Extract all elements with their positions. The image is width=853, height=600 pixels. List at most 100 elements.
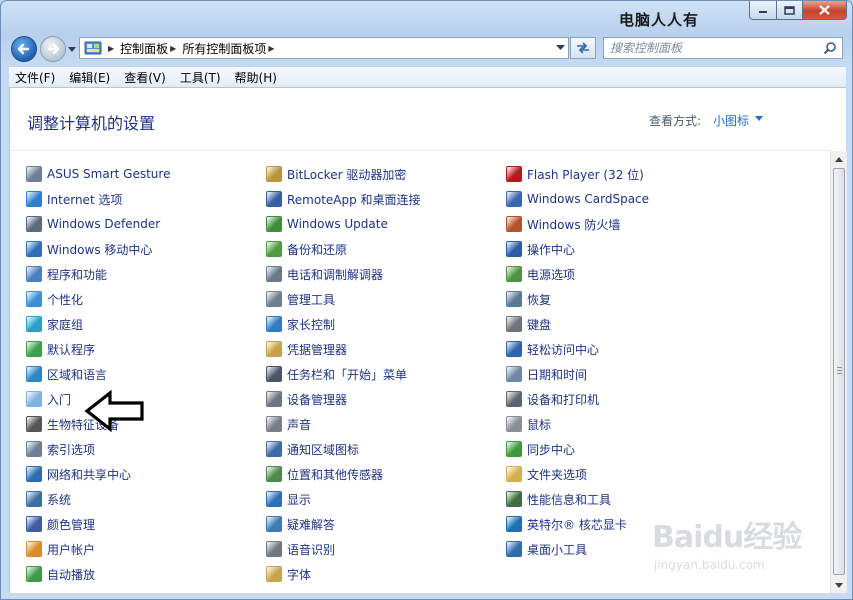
control-panel-item[interactable]: RemoteApp 和桌面连接: [266, 188, 421, 210]
control-panel-item[interactable]: 操作中心: [506, 238, 575, 260]
menu-edit[interactable]: 编辑(E): [63, 69, 116, 86]
search-box[interactable]: [603, 37, 843, 59]
menu-file[interactable]: 文件(F): [9, 69, 61, 86]
watermark-logo-text: Baidu经验: [652, 520, 802, 555]
scroll-up-icon: [835, 156, 843, 162]
control-panel-item[interactable]: 通知区域图标: [266, 438, 359, 460]
control-panel-item[interactable]: 声音: [266, 413, 311, 435]
control-panel-item[interactable]: 备份和还原: [266, 238, 347, 260]
control-panel-item[interactable]: Windows Defender: [26, 213, 160, 235]
forward-arrow-icon: [47, 43, 60, 55]
control-panel-item-label: 设备管理器: [287, 392, 348, 407]
scrollbar-thumb[interactable]: [833, 168, 845, 575]
control-panel-item[interactable]: Internet 选项: [26, 188, 122, 210]
control-panel-item[interactable]: 性能信息和工具: [506, 488, 611, 510]
control-panel-item[interactable]: 恢复: [506, 288, 551, 310]
watermark-title: 电脑人人有: [619, 11, 700, 29]
breadcrumb-separator[interactable]: ▶: [268, 44, 274, 53]
menu-help[interactable]: 帮助(H): [229, 69, 283, 86]
view-by-dropdown[interactable]: 小图标: [713, 112, 749, 129]
breadcrumb-separator[interactable]: ▶: [108, 44, 114, 53]
control-panel-item[interactable]: 同步中心: [506, 438, 575, 460]
performance-icon: [506, 491, 522, 507]
control-panel-item[interactable]: 鼠标: [506, 413, 551, 435]
menu-view[interactable]: 查看(V): [118, 69, 172, 86]
control-panel-item-label: 语音识别: [287, 542, 336, 557]
control-panel-item[interactable]: Windows CardSpace: [506, 188, 649, 210]
control-panel-item[interactable]: Windows 防火墙: [506, 213, 620, 235]
credential-manager-icon: [266, 341, 282, 357]
control-panel-item[interactable]: 区域和语言: [26, 363, 107, 385]
control-panel-item-label: Windows 移动中心: [47, 242, 153, 257]
keyboard-icon: [506, 316, 522, 332]
control-panel-item[interactable]: 凭据管理器: [266, 338, 347, 360]
breadcrumb-separator[interactable]: ▶: [170, 44, 176, 53]
control-panel-item-label: RemoteApp 和桌面连接: [287, 192, 421, 207]
control-panel-item[interactable]: 字体: [266, 563, 311, 585]
control-panel-item[interactable]: 疑难解答: [266, 513, 335, 535]
breadcrumb-control-panel[interactable]: 控制面板: [120, 40, 168, 57]
control-panel-item[interactable]: 文件夹选项: [506, 463, 587, 485]
address-bar[interactable]: ▶ 控制面板 ▶ 所有控制面板项 ▶: [79, 37, 569, 59]
control-panel-item[interactable]: 入门: [26, 388, 71, 410]
fonts-icon: [266, 566, 282, 582]
control-panel-item[interactable]: 英特尔® 核芯显卡: [506, 513, 627, 535]
control-panel-item[interactable]: 颜色管理: [26, 513, 95, 535]
control-panel-item[interactable]: 系统: [26, 488, 71, 510]
control-panel-item[interactable]: 用户帐户: [26, 538, 95, 560]
control-panel-item[interactable]: 电源选项: [506, 263, 575, 285]
maximize-icon: [784, 5, 795, 15]
control-panel-item[interactable]: 网络和共享中心: [26, 463, 131, 485]
control-panel-item[interactable]: 语音识别: [266, 538, 335, 560]
address-dropdown-icon[interactable]: [556, 44, 565, 51]
control-panel-item[interactable]: Windows Update: [266, 213, 388, 235]
search-input[interactable]: [610, 39, 810, 57]
control-panel-item-label: 自动播放: [47, 567, 96, 582]
refresh-button[interactable]: [570, 37, 596, 59]
breadcrumb-all-items[interactable]: 所有控制面板项: [182, 40, 266, 57]
chevron-down-icon[interactable]: [755, 116, 763, 122]
control-panel-item[interactable]: 电话和调制解调器: [266, 263, 383, 285]
control-panel-item-label: Internet 选项: [47, 192, 123, 207]
scroll-down-button[interactable]: [831, 577, 847, 593]
control-panel-item-label: 恢复: [527, 292, 552, 307]
control-panel-item[interactable]: ASUS Smart Gesture: [26, 163, 170, 185]
control-panel-item-label: 用户帐户: [47, 542, 96, 557]
menu-bar: 文件(F) 编辑(E) 查看(V) 工具(T) 帮助(H): [9, 66, 846, 88]
control-panel-item[interactable]: 桌面小工具: [506, 538, 587, 560]
control-panel-item[interactable]: 索引选项: [26, 438, 95, 460]
scroll-up-button[interactable]: [831, 151, 847, 167]
control-panel-item[interactable]: 家长控制: [266, 313, 335, 335]
search-icon[interactable]: [823, 41, 837, 55]
control-panel-item[interactable]: 任务栏和「开始」菜单: [266, 363, 407, 385]
control-panel-item[interactable]: 管理工具: [266, 288, 335, 310]
recent-pages-dropdown-icon[interactable]: [68, 45, 76, 53]
control-panel-item[interactable]: 自动播放: [26, 563, 95, 585]
control-panel-item[interactable]: 日期和时间: [506, 363, 587, 385]
control-panel-item[interactable]: BitLocker 驱动器加密: [266, 163, 406, 185]
vertical-scrollbar[interactable]: [830, 151, 847, 593]
back-button[interactable]: [11, 36, 37, 62]
baidu-watermark: Baidu经验 jingyan.baidu.com: [652, 510, 812, 580]
control-panel-item[interactable]: 默认程序: [26, 338, 95, 360]
maximize-button[interactable]: [777, 1, 803, 20]
back-arrow-icon: [17, 43, 30, 55]
minimize-button[interactable]: [749, 1, 777, 20]
control-panel-item[interactable]: 个性化: [26, 288, 83, 310]
pointer-arrow-annotation: [84, 390, 144, 432]
control-panel-item[interactable]: 设备管理器: [266, 388, 347, 410]
autoplay-icon: [26, 566, 42, 582]
control-panel-item[interactable]: 设备和打印机: [506, 388, 599, 410]
control-panel-item[interactable]: 轻松访问中心: [506, 338, 599, 360]
close-button[interactable]: [803, 1, 847, 20]
control-panel-item[interactable]: 显示: [266, 488, 311, 510]
menu-tools[interactable]: 工具(T): [174, 69, 227, 86]
control-panel-item[interactable]: 键盘: [506, 313, 551, 335]
control-panel-item[interactable]: Flash Player (32 位): [506, 163, 644, 185]
control-panel-item[interactable]: Windows 移动中心: [26, 238, 152, 260]
control-panel-item[interactable]: 程序和功能: [26, 263, 107, 285]
control-panel-item[interactable]: 家庭组: [26, 313, 83, 335]
forward-button[interactable]: [40, 36, 66, 62]
grip-line: [837, 367, 842, 368]
control-panel-item[interactable]: 位置和其他传感器: [266, 463, 383, 485]
